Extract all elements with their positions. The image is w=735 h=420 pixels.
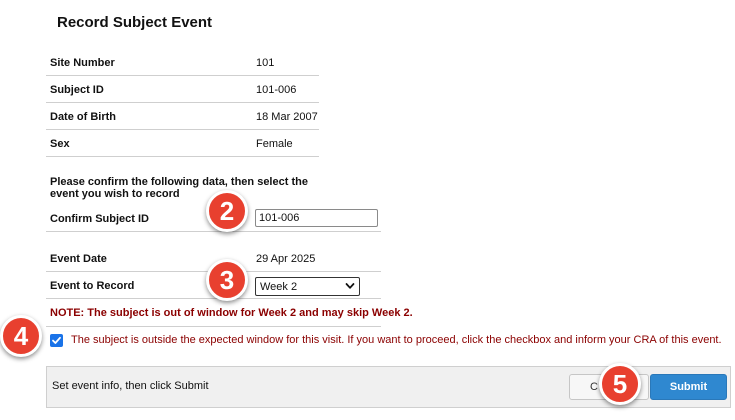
site-number-label: Site Number <box>50 57 115 69</box>
instruction-text: Please confirm the following data, then … <box>50 176 308 200</box>
submit-button[interactable]: Submit <box>650 374 727 400</box>
sex-label: Sex <box>50 138 70 150</box>
date-of-birth-label: Date of Birth <box>50 111 116 123</box>
subject-id-value: 101-006 <box>256 84 297 96</box>
step-badge-3: 3 <box>206 259 248 301</box>
divider <box>46 326 381 327</box>
step-badge-4: 4 <box>0 315 42 357</box>
confirm-subject-label: Confirm Subject ID <box>50 213 150 225</box>
sex-row: Sex Female <box>46 130 319 157</box>
confirm-subject-id-input[interactable] <box>255 209 378 227</box>
out-of-window-note: NOTE: The subject is out of window for W… <box>50 307 413 319</box>
event-to-record-label: Event to Record <box>50 280 135 292</box>
outside-window-checkbox[interactable] <box>50 334 63 347</box>
event-date-value: 29 Apr 2025 <box>256 253 316 265</box>
chevron-down-icon <box>345 283 355 289</box>
event-date-label: Event Date <box>50 253 107 265</box>
date-of-birth-value: 18 Mar 2007 <box>256 111 318 123</box>
sex-value: Female <box>256 138 293 150</box>
date-of-birth-row: Date of Birth 18 Mar 2007 <box>46 103 319 130</box>
outside-window-checkbox-label[interactable]: The subject is outside the expected wind… <box>71 334 722 346</box>
page-title: Record Subject Event <box>57 14 213 31</box>
event-select[interactable]: Week 2 <box>255 277 360 296</box>
step-badge-2: 2 <box>206 190 248 232</box>
event-select-value: Week 2 <box>260 281 298 293</box>
footer-message: Set event info, then click Submit <box>52 380 209 392</box>
site-number-value: 101 <box>256 57 275 69</box>
subject-id-label: Subject ID <box>50 84 104 96</box>
checkmark-icon <box>52 336 61 344</box>
step-badge-5: 5 <box>599 363 641 405</box>
subject-id-row: Subject ID 101-006 <box>46 76 319 103</box>
site-number-row: Site Number 101 <box>46 49 319 76</box>
